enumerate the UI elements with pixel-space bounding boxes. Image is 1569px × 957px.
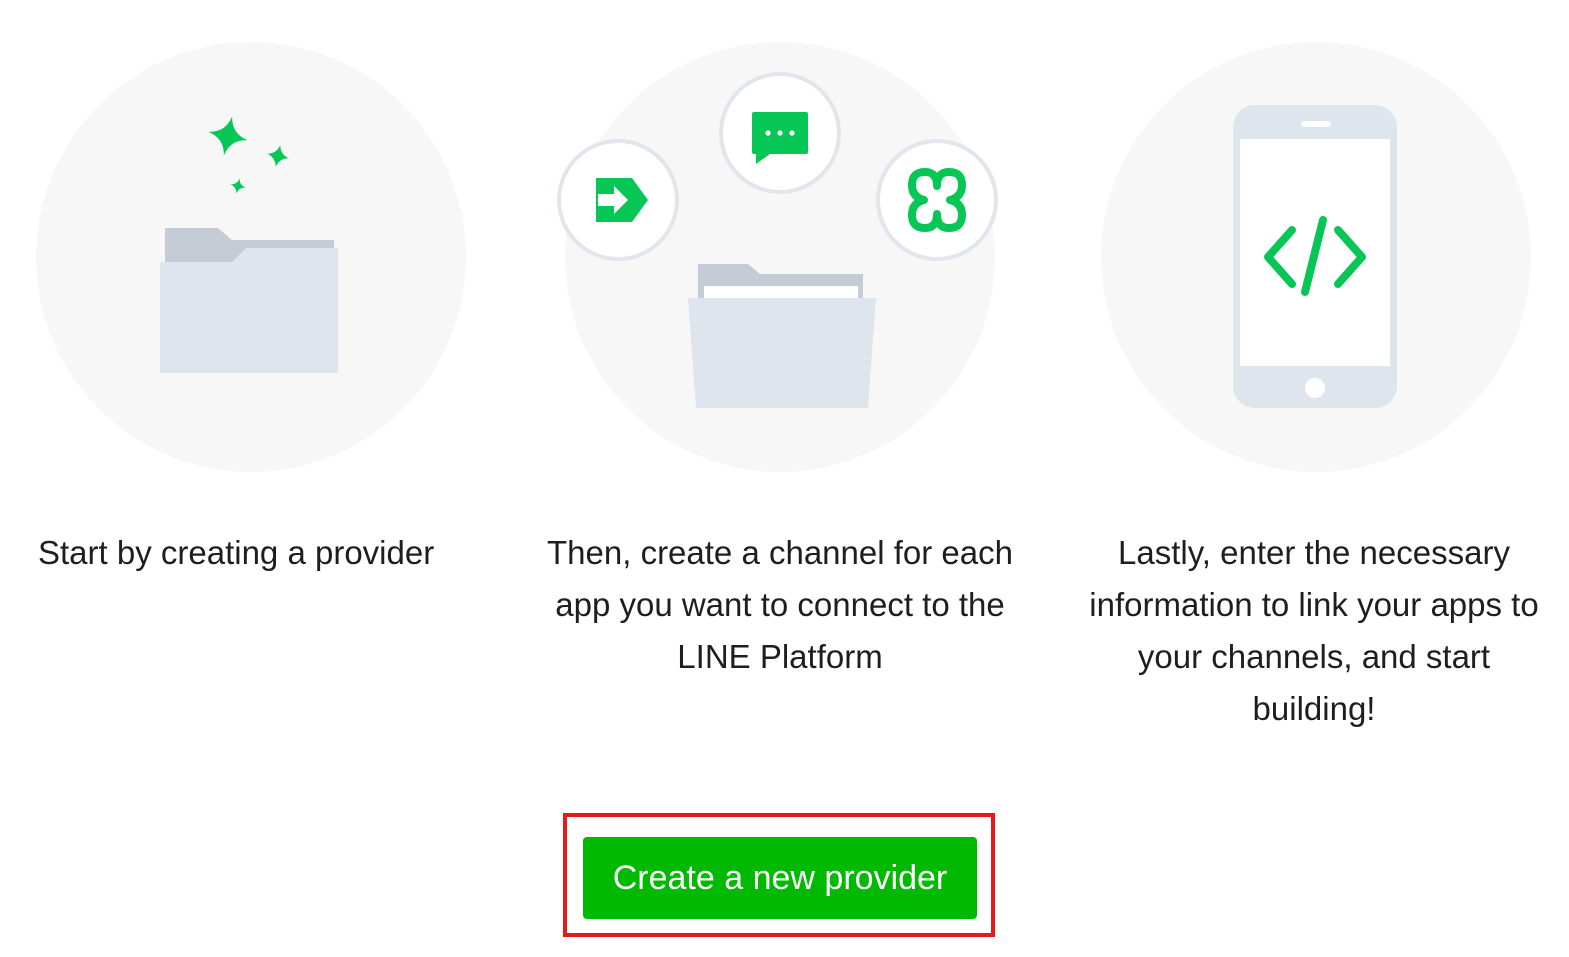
step-1-caption: Start by creating a provider [38,534,435,571]
create-new-provider-button[interactable]: Create a new provider [583,837,977,919]
step-2-caption: Then, create a channel for each app you … [547,534,1013,675]
step-3-illustration [1233,105,1397,408]
step-3-caption: Lastly, enter the necessary information … [1089,534,1539,727]
